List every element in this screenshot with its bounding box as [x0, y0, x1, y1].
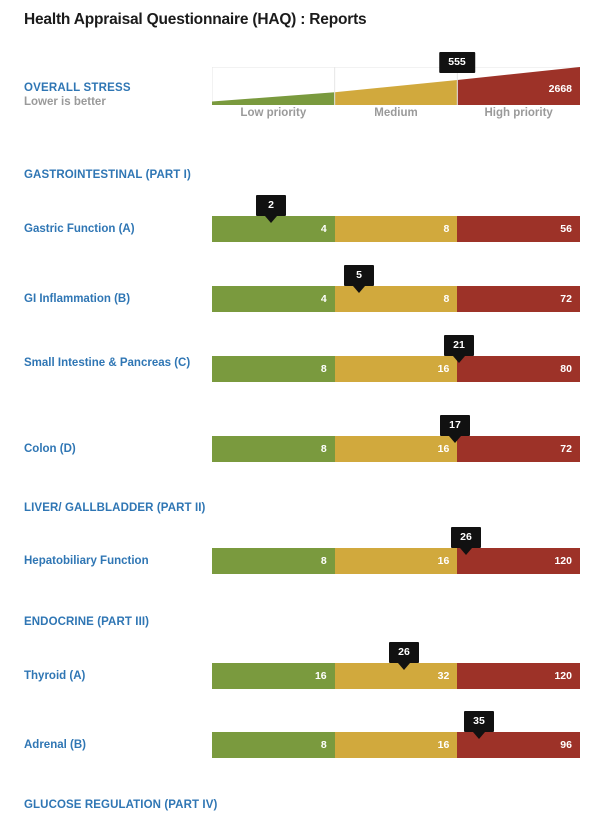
- bar-segment-low: 4: [212, 286, 335, 312]
- row-marker-value: 26: [389, 642, 419, 663]
- bar-colon[interactable]: 8 16 72: [212, 436, 580, 462]
- overall-stress-max-value: 2668: [548, 83, 572, 95]
- overall-stress-subtitle: Lower is better: [24, 96, 106, 108]
- priority-scale-labels: Low priority Medium High priority: [212, 107, 580, 119]
- section-header-endocrine: ENDOCRINE (PART III): [24, 616, 150, 628]
- row-marker-value: 17: [440, 415, 470, 436]
- bar-segment-medium: 16: [334, 436, 458, 462]
- bar-segment-low: 8: [212, 548, 335, 574]
- segment-value-medium: 8: [443, 292, 450, 305]
- segment-value-high: 56: [560, 222, 572, 235]
- row-marker-gastric-function[interactable]: 2: [256, 195, 286, 223]
- row-label-adrenal: Adrenal (B): [24, 739, 86, 751]
- bar-segment-low: 8: [212, 436, 335, 462]
- row-marker-value: 2: [256, 195, 286, 216]
- segment-value-low: 8: [320, 442, 327, 455]
- row-marker-thyroid[interactable]: 26: [389, 642, 419, 670]
- segment-value-high: 80: [560, 362, 572, 375]
- page-title: Health Appraisal Questionnaire (HAQ) : R…: [24, 11, 367, 28]
- overall-stress-marker-value: 555: [439, 52, 475, 73]
- segment-value-medium: 16: [437, 362, 450, 375]
- marker-pointer-icon: [398, 662, 410, 670]
- bar-hepatobiliary-function[interactable]: 8 16 120: [212, 548, 580, 574]
- row-marker-colon[interactable]: 17: [440, 415, 470, 443]
- segment-value-medium: 16: [437, 554, 450, 567]
- row-label-hepatobiliary-function: Hepatobiliary Function: [24, 555, 149, 567]
- segment-value-low: 8: [320, 738, 327, 751]
- bar-segment-high: 120: [457, 663, 580, 689]
- row-label-colon: Colon (D): [24, 443, 76, 455]
- marker-pointer-icon: [265, 215, 277, 223]
- marker-pointer-icon: [460, 547, 472, 555]
- segment-value-low: 4: [320, 292, 327, 305]
- marker-pointer-icon: [353, 285, 365, 293]
- segment-value-medium: 16: [437, 738, 450, 751]
- segment-value-high: 72: [560, 292, 572, 305]
- segment-value-medium: 32: [437, 669, 450, 682]
- segment-value-high: 120: [554, 669, 572, 682]
- bar-adrenal[interactable]: 8 16 96: [212, 732, 580, 758]
- bar-segment-low: 16: [212, 663, 335, 689]
- row-marker-value: 26: [451, 527, 481, 548]
- priority-label-high: High priority: [484, 107, 553, 119]
- bar-segment-medium: 16: [334, 356, 458, 382]
- segment-value-high: 96: [560, 738, 572, 751]
- bar-segment-high: 56: [457, 216, 580, 242]
- overall-stress-title: OVERALL STRESS: [24, 82, 131, 94]
- row-label-small-intestine-pancreas: Small Intestine & Pancreas (C): [24, 357, 191, 369]
- bar-segment-low: 8: [212, 356, 335, 382]
- priority-label-medium: Medium: [374, 107, 418, 119]
- row-marker-adrenal[interactable]: 35: [464, 711, 494, 739]
- haq-report-page: Health Appraisal Questionnaire (HAQ) : R…: [0, 0, 600, 837]
- overall-stress-label-group: OVERALL STRESS Lower is better: [24, 81, 209, 110]
- bar-small-intestine-pancreas[interactable]: 8 16 80: [212, 356, 580, 382]
- row-label-gastric-function: Gastric Function (A): [24, 223, 135, 235]
- bar-segment-medium: 16: [334, 548, 458, 574]
- section-header-liver-gallbladder: LIVER/ GALLBLADDER (PART II): [24, 502, 206, 514]
- bar-segment-medium: 16: [334, 732, 458, 758]
- segment-value-low: 16: [314, 669, 327, 682]
- row-marker-small-intestine-pancreas[interactable]: 21: [444, 335, 474, 363]
- row-label-thyroid: Thyroid (A): [24, 670, 86, 682]
- bar-segment-high: 72: [457, 286, 580, 312]
- segment-value-low: 8: [320, 362, 327, 375]
- segment-value-medium: 16: [437, 442, 450, 455]
- overall-stress-wedge-svg: [212, 67, 580, 105]
- bar-segment-medium: 8: [334, 216, 458, 242]
- segment-value-medium: 8: [443, 222, 450, 235]
- section-header-gastrointestinal: GASTROINTESTINAL (PART I): [24, 169, 191, 181]
- overall-stress-marker: 555: [439, 52, 475, 73]
- marker-pointer-icon: [473, 731, 485, 739]
- row-marker-value: 35: [464, 711, 494, 732]
- row-label-gi-inflammation: GI Inflammation (B): [24, 293, 131, 305]
- row-marker-gi-inflammation[interactable]: 5: [344, 265, 374, 293]
- segment-value-high: 120: [554, 554, 572, 567]
- row-marker-hepatobiliary-function[interactable]: 26: [451, 527, 481, 555]
- priority-label-low: Low priority: [240, 107, 307, 119]
- segment-value-low: 4: [320, 222, 327, 235]
- marker-pointer-icon: [449, 435, 461, 443]
- row-marker-value: 21: [444, 335, 474, 356]
- bar-gi-inflammation[interactable]: 4 8 72: [212, 286, 580, 312]
- section-header-glucose-regulation: GLUCOSE REGULATION (PART IV): [24, 799, 218, 811]
- segment-value-high: 72: [560, 442, 572, 455]
- bar-segment-low: 8: [212, 732, 335, 758]
- bar-segment-high: 80: [457, 356, 580, 382]
- marker-pointer-icon: [453, 355, 465, 363]
- segment-value-low: 8: [320, 554, 327, 567]
- row-marker-value: 5: [344, 265, 374, 286]
- overall-stress-wedge: 2668: [212, 67, 580, 105]
- bar-segment-high: 72: [457, 436, 580, 462]
